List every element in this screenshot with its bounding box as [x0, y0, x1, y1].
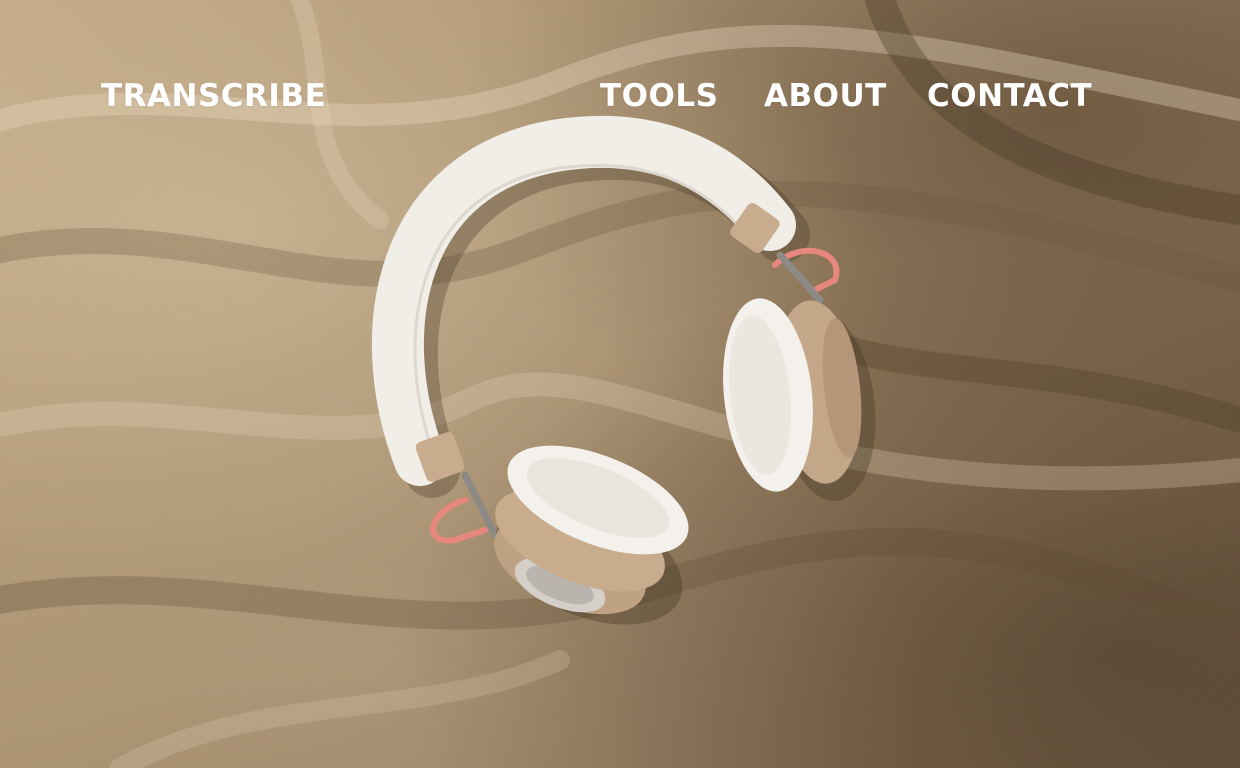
right-earcup: [723, 298, 876, 502]
nav-link-tools[interactable]: TOOLS: [600, 76, 718, 116]
nav-link-contact[interactable]: CONTACT: [927, 76, 1092, 116]
nav-link-about[interactable]: ABOUT: [764, 76, 887, 116]
brand-logo-link[interactable]: TRANSCRIBE: [101, 76, 326, 116]
landing-page: TRANSCRIBE TOOLS ABOUT CONTACT: [0, 0, 1240, 768]
top-navigation: TRANSCRIBE TOOLS ABOUT CONTACT: [0, 0, 1240, 190]
